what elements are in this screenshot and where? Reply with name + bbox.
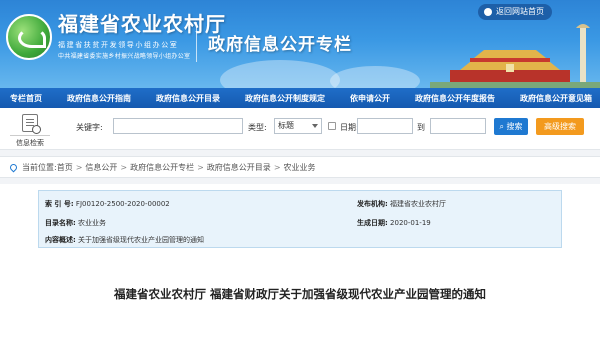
nav-item-column-home[interactable]: 专栏首页 [10,93,42,104]
meta-date: 生成日期: 2020-01-19 [357,218,431,228]
document-search-icon [22,114,41,134]
breadcrumb-separator: > [120,162,128,172]
site-subtitle-2: 中共福建省委实施乡村振兴战略领导小组办公室 [58,53,191,60]
meta-index-label: 索 引 号: [45,200,74,208]
breadcrumb-item-info-disclosure[interactable]: 信息公开 [85,162,117,173]
meta-category: 目录名称: 农业业务 [45,218,106,228]
back-home-label: 返回网站首页 [496,7,544,16]
meta-summary-label: 内容概述: [45,236,76,244]
cloud-decoration [330,66,420,88]
back-home-button[interactable]: 返回网站首页 [478,4,552,20]
breadcrumb-item-disclosure-column[interactable]: 政府信息公开专栏 [130,162,194,173]
meta-summary-value: 关于加强省级现代农业产业园管理的通知 [78,236,205,244]
meta-summary: 内容概述: 关于加强省级现代农业产业园管理的通知 [45,235,204,245]
breadcrumb-separator: > [273,162,281,172]
nav-item-disclosure-catalog[interactable]: 政府信息公开目录 [156,93,220,104]
site-title[interactable]: 福建省农业农村厅 [58,8,226,37]
keyword-input[interactable] [113,118,243,134]
site-subtitle-1: 福建省扶贫开发领导小组办公室 [58,41,179,49]
breadcrumb-prefix: 当前位置: [22,162,57,172]
date-from-input[interactable] [357,118,413,134]
breadcrumb-separator: > [197,162,204,172]
meta-date-value: 2020-01-19 [390,219,431,227]
meta-date-label: 生成日期: [357,219,388,227]
meta-publisher-label: 发布机构: [357,200,388,208]
date-to-label: 到 [417,123,425,132]
tiananmen-illustration [430,24,600,88]
home-icon [484,8,492,16]
info-search-label: 信息检索 [10,135,50,148]
search-bar: 信息检索 关键字: 类型: 标题 日期: 到 ⌕ 搜索 高级搜索 [0,108,600,150]
type-select-value: 标题 [278,121,294,130]
type-label: 类型: [248,123,267,132]
chevron-down-icon [312,124,318,128]
breadcrumb-item-disclosure-catalog[interactable]: 政府信息公开目录 [207,162,271,173]
content-area: 索 引 号: FJ00120-2500-2020-00002 发布机构: 福建省… [0,184,600,344]
info-search-tab[interactable]: 信息检索 [10,112,50,148]
keyword-label: 关键字: [76,123,103,132]
meta-publisher: 发布机构: 福建省农业农村厅 [357,199,446,209]
main-nav: 专栏首页 政府信息公开指南 政府信息公开目录 政府信息公开制度规定 依申请公开 … [0,88,600,108]
breadcrumb-separator: > [75,162,83,172]
nav-item-annual-report[interactable]: 政府信息公开年度报告 [415,93,495,104]
breadcrumb: 当前位置: 首页 > 信息公开 > 政府信息公开专栏 > 政府信息公开目录 > … [0,156,600,178]
date-label: 日期: [340,123,359,132]
search-icon: ⌕ [499,122,504,131]
location-pin-icon [8,162,19,172]
nav-item-feedback-box[interactable]: 政府信息公开意见箱 [520,93,592,104]
meta-publisher-value: 福建省农业农村厅 [390,200,447,208]
header-divider [196,22,197,62]
column-title: 政府信息公开专栏 [208,35,352,55]
advanced-search-button[interactable]: 高级搜索 [536,118,584,135]
article-title: 福建省农业农村厅 福建省财政厅关于加强省级现代农业产业园管理的通知 [114,287,486,301]
meta-index: 索 引 号: FJ00120-2500-2020-00002 [45,199,170,209]
header-banner: 福建省农业农村厅 福建省扶贫开发领导小组办公室 中共福建省委实施乡村振兴战略领导… [0,0,600,88]
nav-item-disclosure-guide[interactable]: 政府信息公开指南 [67,93,131,104]
search-button-label: 搜索 [506,122,523,131]
type-select[interactable]: 标题 [274,118,322,134]
search-button[interactable]: ⌕ 搜索 [494,118,528,135]
site-logo-icon[interactable] [6,14,52,60]
metadata-panel: 索 引 号: FJ00120-2500-2020-00002 发布机构: 福建省… [38,190,562,248]
cloud-decoration [220,60,340,88]
breadcrumb-item-home[interactable]: 首页 [57,162,73,173]
meta-category-label: 目录名称: [45,219,76,227]
nav-item-disclosure-rules[interactable]: 政府信息公开制度规定 [245,93,325,104]
breadcrumb-item-agriculture[interactable]: 农业业务 [284,162,316,173]
calendar-icon [328,122,336,130]
date-to-input[interactable] [430,118,486,134]
meta-category-value: 农业业务 [78,219,107,227]
nav-item-apply-disclosure[interactable]: 依申请公开 [350,93,390,104]
meta-index-value: FJ00120-2500-2020-00002 [75,200,170,208]
